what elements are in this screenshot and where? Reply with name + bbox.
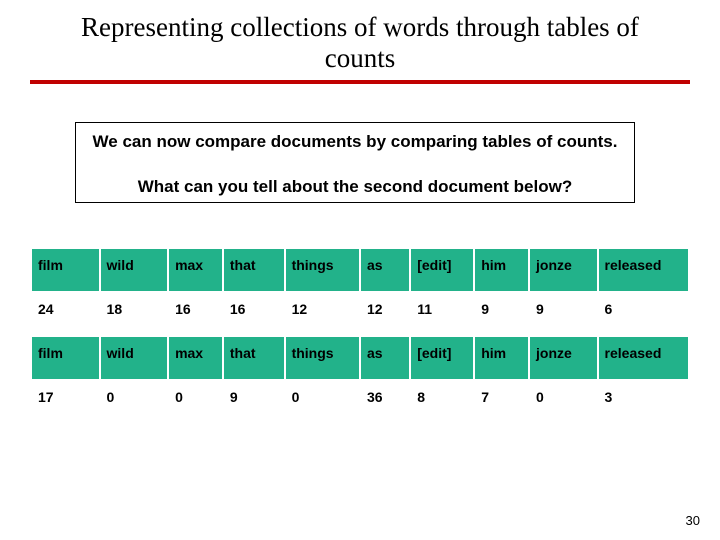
value-cell: 7 [474,380,529,424]
header-cell: things [285,248,360,292]
value-cell: 6 [598,292,689,336]
header-cell: max [168,248,223,292]
value-cell: 16 [168,292,223,336]
header-cell: jonze [529,336,598,380]
header-cell: wild [100,336,169,380]
header-cell: as [360,248,410,292]
header-cell: that [223,336,285,380]
header-cell: film [31,248,100,292]
value-cell: 0 [285,380,360,424]
header-cell: as [360,336,410,380]
slide-title: Representing collections of words throug… [60,12,660,74]
header-cell: max [168,336,223,380]
value-cell: 0 [100,380,169,424]
value-cell: 3 [598,380,689,424]
header-cell: that [223,248,285,292]
value-cell: 18 [100,292,169,336]
title-rule [30,80,690,84]
header-cell: film [31,336,100,380]
header-cell: released [598,248,689,292]
value-cell: 12 [360,292,410,336]
callout-line-1: We can now compare documents by comparin… [84,131,626,152]
callout-box: We can now compare documents by comparin… [75,122,635,203]
value-cell: 17 [31,380,100,424]
header-cell: him [474,248,529,292]
value-cell: 24 [31,292,100,336]
value-cell: 36 [360,380,410,424]
value-cell: 9 [474,292,529,336]
header-cell: wild [100,248,169,292]
value-cell: 9 [223,380,285,424]
value-cell: 8 [410,380,474,424]
page-number: 30 [686,513,700,528]
value-cell: 0 [529,380,598,424]
value-cell: 12 [285,292,360,336]
value-cell: 16 [223,292,285,336]
header-cell: things [285,336,360,380]
header-cell: jonze [529,248,598,292]
header-cell: him [474,336,529,380]
value-cell: 9 [529,292,598,336]
value-cell: 0 [168,380,223,424]
header-cell: released [598,336,689,380]
counts-table: filmwildmaxthatthingsas[edit]himjonzerel… [30,247,690,425]
callout-line-2: What can you tell about the second docum… [84,176,626,197]
header-cell: [edit] [410,336,474,380]
header-cell: [edit] [410,248,474,292]
value-cell: 11 [410,292,474,336]
